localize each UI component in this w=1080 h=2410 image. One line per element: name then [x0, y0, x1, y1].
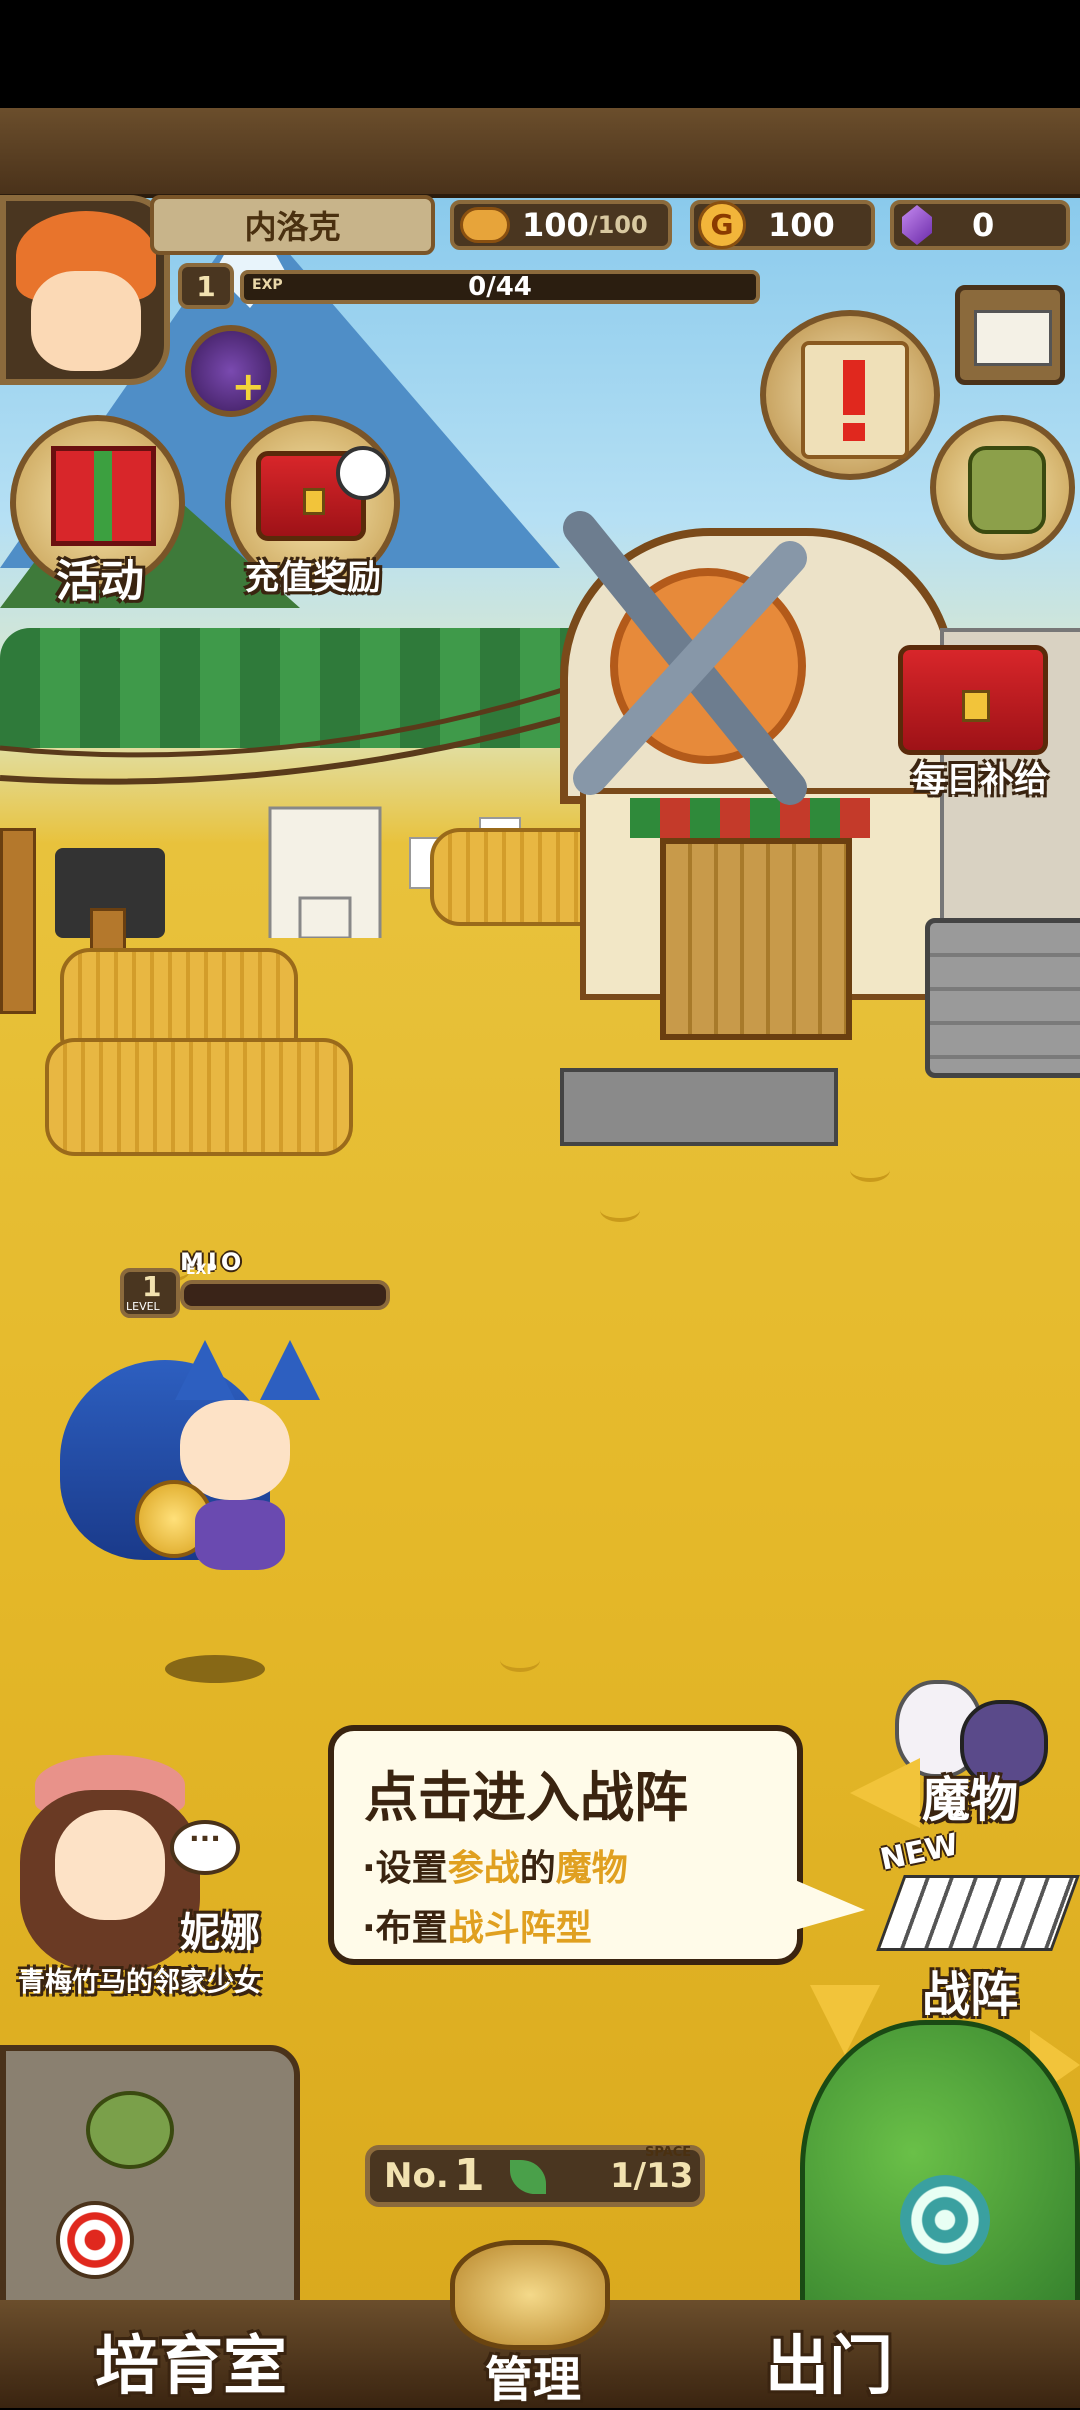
quest-button[interactable] — [760, 310, 940, 480]
fence — [0, 828, 36, 1014]
nina-face — [55, 1810, 165, 1920]
portal-swirl-icon — [900, 2175, 990, 2265]
well — [925, 918, 1080, 1078]
monster-exp-tag: EXP — [186, 1262, 217, 1278]
player-level-badge: 1 — [178, 263, 234, 309]
grass — [600, 1198, 640, 1222]
stamina-counter[interactable]: 100 /100 — [450, 200, 672, 250]
player-name: 内洛克 — [244, 208, 341, 246]
space-value: 1/13 — [610, 2156, 694, 2196]
gift-box-icon — [51, 446, 156, 546]
tooltip-highlight-monster: 魔物 — [555, 1848, 628, 1889]
quest-scroll-icon — [801, 341, 909, 459]
gold-coin-icon: G — [698, 201, 746, 249]
recharge-reward-label: 充值奖励 — [245, 558, 381, 598]
leaf-icon — [510, 2160, 546, 2194]
gem-counter[interactable]: 0 — [890, 200, 1070, 250]
crossed-swords-icon — [563, 511, 807, 805]
monsters-label[interactable]: 魔物 — [922, 1760, 1018, 1830]
player-level: 1 — [196, 269, 216, 303]
space-label: SPACE — [645, 2145, 692, 2160]
monster-level: 1 — [142, 1270, 162, 1303]
gold-counter[interactable]: G 100 — [690, 200, 875, 250]
player-exp-bar: EXP 0/44 — [240, 270, 760, 304]
new-badge: NEW — [877, 1827, 962, 1878]
mio-body — [195, 1500, 285, 1570]
mail-button[interactable] — [955, 285, 1065, 385]
events-label: 活动 — [56, 556, 144, 607]
player-avatar[interactable] — [0, 195, 170, 385]
nav-nursery[interactable]: 培育室 — [95, 2315, 287, 2407]
tooltip-line-2-prefix: ·布置 — [362, 1908, 448, 1949]
formation-label[interactable]: 战阵 — [922, 1955, 1018, 2025]
hay-bale — [45, 1038, 353, 1156]
hud-top-band — [0, 108, 1080, 198]
backpack-icon — [968, 446, 1046, 534]
grass — [850, 1158, 890, 1182]
monster-mio[interactable] — [20, 1340, 320, 1640]
stamina-value: 100 — [522, 206, 589, 244]
grass — [500, 1648, 540, 1672]
tooltip-highlight-join: 参战 — [447, 1848, 520, 1889]
tooltip-title: 点击进入战阵 — [364, 1766, 688, 1829]
tooltip-line-1: ·设置参战的魔物 — [362, 1839, 628, 1891]
formation-grid-icon — [876, 1875, 1080, 1951]
clock-icon — [336, 446, 390, 500]
egg-green-icon — [86, 2091, 174, 2169]
mio-ear-right — [260, 1340, 320, 1400]
exp-text: 0/44 — [468, 272, 532, 302]
monster-shadow — [165, 1655, 265, 1683]
envelope-icon — [974, 310, 1052, 366]
bread-icon — [460, 207, 510, 243]
npc-name: 妮娜 — [180, 1910, 260, 1956]
gem-value: 0 — [972, 206, 995, 244]
no-value: 1 — [454, 2150, 485, 2201]
inventory-button[interactable] — [930, 415, 1075, 560]
mio-face — [180, 1400, 290, 1500]
tooltip-highlight-formation: 战斗阵型 — [447, 1908, 592, 1949]
tooltip-line-1-mid: 的 — [519, 1848, 556, 1889]
monster-exp-bar: EXP — [180, 1262, 390, 1310]
keys-icon — [450, 2240, 610, 2350]
gem-icon — [902, 205, 932, 245]
monster-level-badge: 1 LEVEL — [120, 1268, 180, 1318]
player-name-plate: 内洛克 — [150, 195, 435, 255]
nav-depart[interactable]: 出门 — [765, 2315, 893, 2407]
daily-supply-label[interactable]: 每日补给 — [895, 752, 1065, 801]
tooltip-line-1-prefix: ·设置 — [362, 1848, 448, 1889]
buy-gems-button[interactable]: + — [185, 325, 277, 417]
chat-bubble-icon[interactable]: ··· — [170, 1820, 240, 1875]
monster-level-tag: LEVEL — [126, 1300, 160, 1313]
plus-icon: + — [231, 364, 265, 410]
formation-tooltip: 点击进入战阵 ·设置参战的魔物 ·布置战斗阵型 — [328, 1725, 803, 1965]
nav-manage[interactable]: 管理 — [485, 2340, 581, 2410]
gold-value: 100 — [768, 206, 835, 244]
stamina-max: /100 — [588, 211, 648, 239]
monster-status[interactable]: MIO 1 LEVEL EXP — [90, 1248, 390, 1320]
egg-swirl-icon — [56, 2201, 134, 2279]
status-bar — [0, 0, 1080, 108]
no-label: No. — [384, 2156, 449, 2196]
daily-supply-chest-icon[interactable] — [898, 645, 1048, 755]
npc-title: 青梅竹马的邻家少女 — [18, 1967, 261, 1998]
avatar-face — [31, 271, 141, 371]
tooltip-line-2: ·布置战斗阵型 — [362, 1899, 592, 1951]
